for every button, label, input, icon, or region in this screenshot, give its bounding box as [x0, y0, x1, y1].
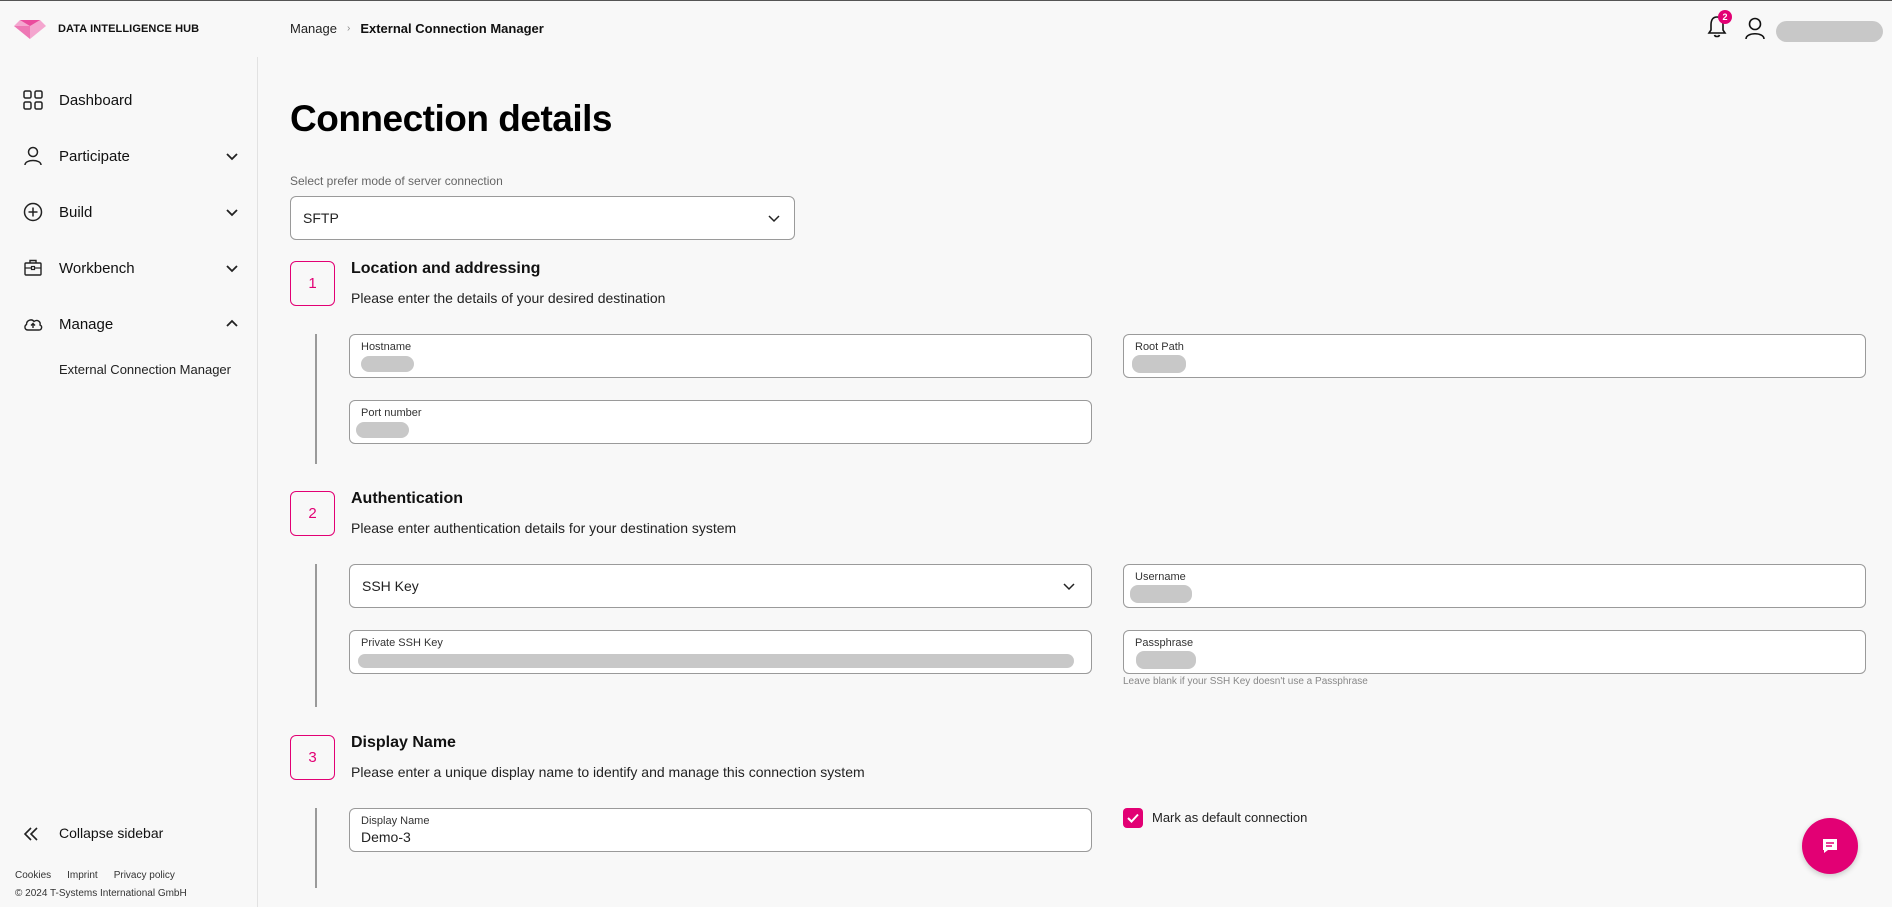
brand-logo-icon — [14, 20, 46, 39]
brand[interactable]: DATA INTELLIGENCE HUB — [14, 18, 199, 40]
breadcrumb-current: External Connection Manager — [360, 21, 544, 36]
private-ssh-key-value-redacted — [358, 654, 1074, 668]
hostname-field[interactable]: Hostname — [349, 334, 1092, 378]
page-title: Connection details — [290, 98, 612, 139]
step-2-connector — [315, 564, 317, 707]
private-ssh-key-field[interactable]: Private SSH Key — [349, 630, 1092, 674]
chevron-down-icon[interactable] — [224, 260, 240, 276]
chevron-down-icon — [1063, 583, 1075, 591]
sidebar-item-build[interactable]: Build — [0, 192, 258, 232]
root-path-field[interactable]: Root Path — [1123, 334, 1866, 378]
step-3-connector — [315, 808, 317, 888]
connection-mode-label: Select prefer mode of server connection — [290, 174, 503, 188]
port-number-label: Port number — [361, 407, 422, 419]
display-name-label: Display Name — [361, 815, 430, 827]
auth-method-select[interactable]: SSH Key — [349, 564, 1092, 608]
footer-link-privacy[interactable]: Privacy policy — [114, 870, 175, 881]
sidebar-item-label: Manage — [59, 315, 114, 333]
step-2-badge: 2 — [290, 491, 335, 536]
chevron-down-icon[interactable] — [224, 148, 240, 164]
step-3-title: Display Name — [351, 734, 456, 751]
person-icon — [24, 146, 42, 166]
chevron-up-icon[interactable] — [224, 316, 240, 332]
double-chevron-left-icon — [23, 827, 38, 841]
step-3-badge: 3 — [290, 735, 335, 780]
username-value-redacted — [1130, 585, 1192, 603]
breadcrumb: Manage › External Connection Manager — [290, 21, 544, 36]
user-name-redacted[interactable] — [1776, 21, 1883, 42]
hostname-label: Hostname — [361, 341, 412, 353]
sidebar: Dashboard Participate Build Workbench Ma… — [0, 57, 258, 907]
breadcrumb-manage[interactable]: Manage — [290, 21, 337, 36]
footer-link-cookies[interactable]: Cookies — [15, 870, 51, 881]
chevron-down-icon — [768, 215, 780, 223]
chat-icon — [1823, 839, 1837, 853]
display-name-field[interactable]: Display Name Demo-3 — [349, 808, 1092, 852]
private-ssh-key-label: Private SSH Key — [361, 637, 443, 649]
passphrase-label: Passphrase — [1135, 637, 1194, 649]
step-2-title: Authentication — [351, 490, 463, 507]
default-connection-label[interactable]: Mark as default connection — [1152, 810, 1307, 825]
sidebar-item-label: Participate — [59, 147, 130, 165]
step-3-description: Please enter a unique display name to id… — [351, 764, 865, 780]
brand-name: DATA INTELLIGENCE HUB — [58, 23, 200, 35]
step-1-description: Please enter the details of your desired… — [351, 290, 666, 306]
display-name-value: Demo-3 — [361, 829, 411, 845]
user-icon[interactable] — [1744, 16, 1766, 40]
step-2-description: Please enter authentication details for … — [351, 520, 737, 536]
root-path-value-redacted — [1132, 355, 1186, 373]
sidebar-item-label: Dashboard — [59, 91, 133, 109]
port-number-value-redacted — [356, 422, 409, 438]
auth-method-value: SSH Key — [362, 578, 419, 594]
chat-button[interactable] — [1802, 818, 1858, 874]
sidebar-item-participate[interactable]: Participate — [0, 136, 258, 176]
sidebar-item-label: Build — [59, 203, 93, 221]
username-label: Username — [1135, 571, 1186, 583]
step-1-connector — [315, 334, 317, 464]
sidebar-item-manage[interactable]: Manage — [0, 304, 258, 344]
step-1-title: Location and addressing — [351, 260, 541, 277]
username-field[interactable]: Username — [1123, 564, 1866, 608]
sidebar-item-label: Workbench — [59, 259, 135, 277]
sidebar-item-dashboard[interactable]: Dashboard — [0, 80, 258, 120]
passphrase-helper-text: Leave blank if your SSH Key doesn't use … — [1123, 676, 1368, 687]
passphrase-value-redacted — [1136, 651, 1196, 669]
plus-circle-icon — [23, 202, 43, 222]
collapse-sidebar-label: Collapse sidebar — [59, 825, 164, 841]
hostname-value-redacted — [361, 356, 414, 372]
notification-badge: 2 — [1718, 10, 1732, 24]
default-connection-checkbox[interactable] — [1123, 808, 1143, 828]
checkmark-icon — [1127, 813, 1139, 823]
root-path-label: Root Path — [1135, 341, 1184, 353]
toolbox-icon — [24, 259, 42, 276]
grid-icon — [23, 90, 43, 110]
chevron-down-icon[interactable] — [224, 204, 240, 220]
port-number-field[interactable]: Port number — [349, 400, 1092, 444]
passphrase-field[interactable]: Passphrase — [1123, 630, 1866, 674]
footer-links: Cookies Imprint Privacy policy — [15, 870, 175, 881]
copyright: © 2024 T-Systems International GmbH — [15, 888, 187, 899]
sidebar-subitem-external-connection-manager[interactable]: External Connection Manager — [59, 362, 231, 377]
sidebar-item-workbench[interactable]: Workbench — [0, 248, 258, 288]
connection-mode-value: SFTP — [303, 210, 339, 226]
footer-link-imprint[interactable]: Imprint — [67, 870, 98, 881]
step-1-badge: 1 — [290, 261, 335, 306]
cloud-upload-icon — [24, 319, 43, 331]
connection-mode-select[interactable]: SFTP — [290, 196, 795, 240]
breadcrumb-separator-icon: › — [346, 23, 351, 34]
top-bar: DATA INTELLIGENCE HUB Manage › External … — [0, 0, 1892, 57]
collapse-sidebar-button[interactable]: Collapse sidebar — [0, 817, 258, 851]
